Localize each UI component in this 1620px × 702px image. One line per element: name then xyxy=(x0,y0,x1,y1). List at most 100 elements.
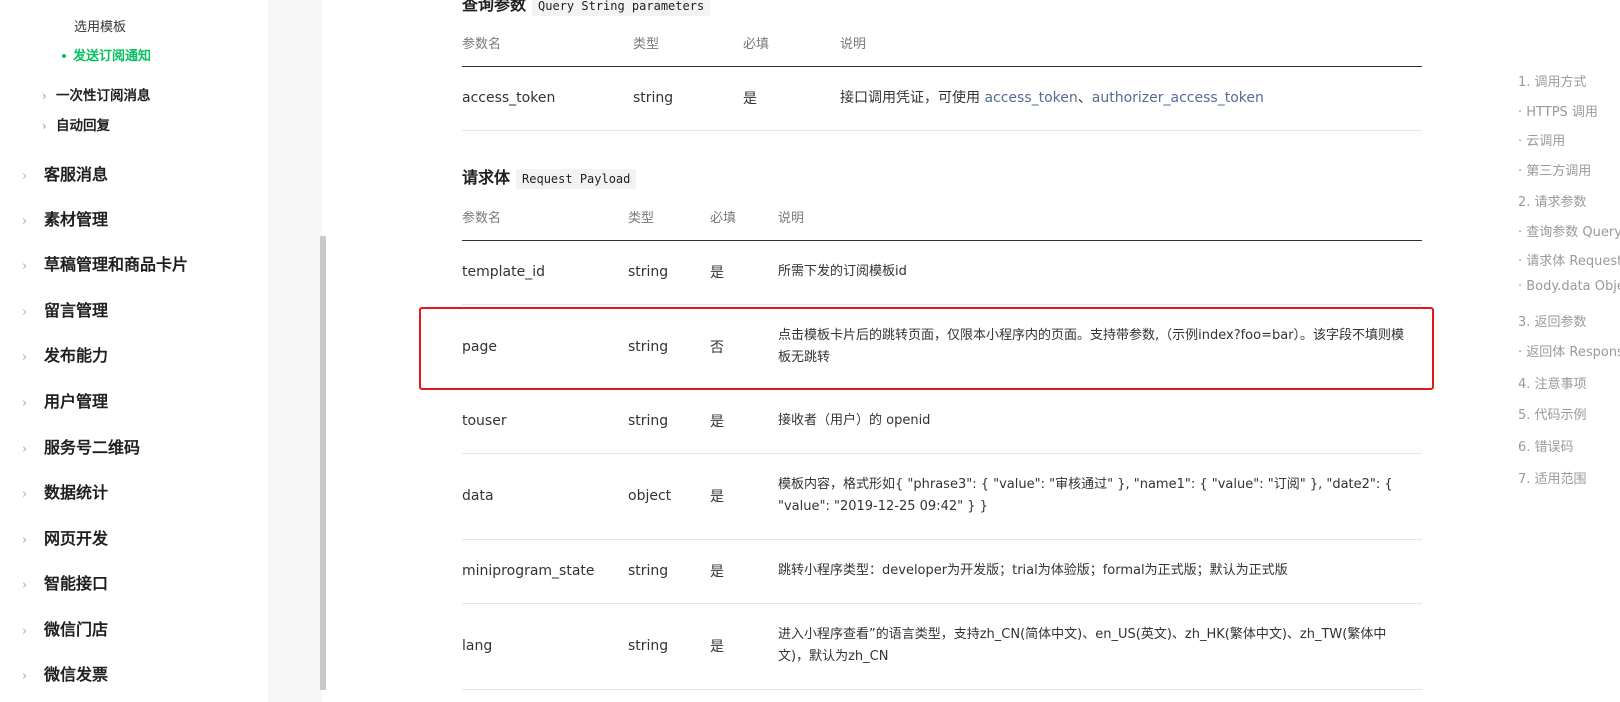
param-name: access_token xyxy=(462,66,633,131)
param-name: lang xyxy=(462,603,628,690)
section-title-code: Request Payload xyxy=(516,169,637,189)
sidebar-item-label: 用户管理 xyxy=(44,392,109,411)
toc-item[interactable]: 5. 代码示例 xyxy=(1518,404,1587,423)
sidebar-item-label: 客服消息 xyxy=(44,165,109,184)
active-dot-icon xyxy=(62,53,66,58)
request-payload-title: 请求体 Request Payload xyxy=(462,164,637,189)
access-token-link[interactable]: access_token xyxy=(984,90,1077,106)
sidebar-group-label: 自动回复 xyxy=(56,118,110,134)
toc-item[interactable]: 7. 适用范围 xyxy=(1518,468,1587,487)
sidebar-item-publish[interactable]: › 发布能力 xyxy=(22,342,108,366)
param-type: string xyxy=(633,66,743,131)
sidebar: 选用模板 发送订阅通知 › 一次性订阅消息 › 自动回复 › 客服消息 › 素材管理 ›… xyxy=(0,0,326,702)
param-required: 是 xyxy=(710,389,778,454)
param-desc: 进入小程序查看”的语言类型，支持zh_CN(简体中文)、en_US(英文)、zh… xyxy=(778,603,1422,690)
param-required: 是 xyxy=(710,539,778,604)
sidebar-item-label: 发送订阅通知 xyxy=(73,49,152,64)
toc-item[interactable]: · 查询参数 Query String parameters xyxy=(1518,221,1620,240)
param-required: 是 xyxy=(710,603,778,690)
toc-item[interactable]: 1. 调用方式 xyxy=(1518,71,1587,90)
chevron-right-icon: › xyxy=(42,89,47,103)
sidebar-item-wechat-store[interactable]: › 微信门店 xyxy=(22,616,108,640)
object-type-link[interactable]: object xyxy=(628,453,710,540)
sidebar-item-label: 发布能力 xyxy=(44,346,109,365)
param-required: 是 xyxy=(710,453,778,540)
sidebar-item-label: 草稿管理和商品卡片 xyxy=(44,255,189,274)
param-type: string xyxy=(628,389,710,454)
param-name: data xyxy=(462,453,628,540)
sidebar-group-auto-reply[interactable]: › 自动回复 xyxy=(42,114,110,134)
sidebar-item-drafts[interactable]: › 草稿管理和商品卡片 xyxy=(22,251,188,275)
param-desc: 所需下发的订阅模板id xyxy=(778,240,1422,305)
param-desc: 接收者（用户）的 openid xyxy=(778,389,1422,454)
param-desc: 模板内容，格式形如{ "phrase3": { "value": "审核通过" … xyxy=(778,453,1422,540)
param-desc-text: 接口调用凭证，可使用 xyxy=(840,90,985,106)
col-header-type: 类型 xyxy=(628,194,710,241)
sidebar-item-label: 选用模板 xyxy=(74,20,127,35)
chevron-right-icon: › xyxy=(22,214,28,229)
table-header-row: 参数名 类型 必填 说明 xyxy=(462,194,1422,241)
sidebar-item-comments[interactable]: › 留言管理 xyxy=(22,297,108,321)
col-header-type: 类型 xyxy=(633,20,743,67)
param-desc-separator: 、 xyxy=(1077,90,1092,106)
param-desc: 跳转小程序类型：developer为开发版；trial为体验版；formal为正… xyxy=(778,539,1422,604)
param-name: touser xyxy=(462,389,628,454)
sidebar-group-one-time-subscribe[interactable]: › 一次性订阅消息 xyxy=(42,84,151,104)
toc-item[interactable]: · Body.data Object Payload xyxy=(1518,279,1620,294)
chevron-right-icon: › xyxy=(22,305,28,320)
table-row: data object 是 模板内容，格式形如{ "phrase3": { "v… xyxy=(462,453,1422,540)
toc-item[interactable]: 3. 返回参数 xyxy=(1518,311,1587,330)
sidebar-item-web-dev[interactable]: › 网页开发 xyxy=(22,525,108,549)
sidebar-item-label: 留言管理 xyxy=(44,301,109,320)
param-type: string xyxy=(628,539,710,604)
chevron-right-icon: › xyxy=(22,578,28,593)
table-header-row: 参数名 类型 必填 说明 xyxy=(462,20,1422,67)
chevron-right-icon: › xyxy=(22,533,28,548)
chevron-right-icon: › xyxy=(22,350,28,365)
table-row: lang string 是 进入小程序查看”的语言类型，支持zh_CN(简体中文… xyxy=(462,603,1422,690)
param-type: string xyxy=(628,603,710,690)
query-params-title: 查询参数 Query String parameters xyxy=(462,0,711,16)
chevron-right-icon: › xyxy=(42,119,47,133)
sidebar-gutter xyxy=(268,0,322,702)
sidebar-scrollbar[interactable] xyxy=(320,236,326,690)
sidebar-item-statistics[interactable]: › 数据统计 xyxy=(22,479,108,503)
sidebar-item-customer-service[interactable]: › 客服消息 xyxy=(22,161,108,185)
sidebar-item-send-subscribe[interactable]: 发送订阅通知 xyxy=(62,45,151,64)
toc-item[interactable]: · 云调用 xyxy=(1518,130,1565,149)
col-header-required: 必填 xyxy=(743,20,840,67)
request-payload-table: 参数名 类型 必填 说明 template_id string 是 所需下发的订… xyxy=(462,194,1422,690)
toc-item[interactable]: · 返回体 Response Payload xyxy=(1518,341,1620,360)
sidebar-group-label: 一次性订阅消息 xyxy=(56,88,151,104)
sidebar-item-users[interactable]: › 用户管理 xyxy=(22,388,108,412)
authorizer-access-token-link[interactable]: authorizer_access_token xyxy=(1092,90,1264,106)
section-title-text: 请求体 xyxy=(462,168,511,187)
toc-item[interactable]: · 请求体 Request Payload xyxy=(1518,250,1620,269)
toc-item[interactable]: 2. 请求参数 xyxy=(1518,191,1587,210)
toc-item[interactable]: · 第三方调用 xyxy=(1518,160,1591,179)
col-header-name: 参数名 xyxy=(462,194,628,241)
param-desc: 接口调用凭证，可使用 access_token、authorizer_acces… xyxy=(840,66,1422,131)
toc-item[interactable]: 4. 注意事项 xyxy=(1518,373,1587,392)
table-row: miniprogram_state string 是 跳转小程序类型：devel… xyxy=(462,539,1422,604)
table-of-contents: 1. 调用方式 · HTTPS 调用 · 云调用 · 第三方调用 2. 请求参数… xyxy=(1510,0,1620,702)
section-title-code: Query String parameters xyxy=(532,0,711,16)
sidebar-item-label: 数据统计 xyxy=(44,483,109,502)
sidebar-item-qrcode[interactable]: › 服务号二维码 xyxy=(22,434,140,458)
sidebar-item-label: 微信门店 xyxy=(44,620,109,639)
sidebar-item-materials[interactable]: › 素材管理 xyxy=(22,206,108,230)
col-header-name: 参数名 xyxy=(462,20,633,67)
sidebar-item-label: 网页开发 xyxy=(44,529,109,548)
chevron-right-icon: › xyxy=(22,442,28,457)
sidebar-item-select-template[interactable]: 选用模板 xyxy=(74,16,126,35)
toc-item[interactable]: · HTTPS 调用 xyxy=(1518,101,1598,120)
table-row: touser string 是 接收者（用户）的 openid xyxy=(462,389,1422,454)
param-type: string xyxy=(628,240,710,305)
param-name: template_id xyxy=(462,240,628,305)
col-header-desc: 说明 xyxy=(778,194,1422,241)
sidebar-item-smart-api[interactable]: › 智能接口 xyxy=(22,570,108,594)
sidebar-item-wechat-invoice[interactable]: › 微信发票 xyxy=(22,661,108,685)
toc-item[interactable]: 6. 错误码 xyxy=(1518,436,1574,455)
query-params-table: 参数名 类型 必填 说明 access_token string 是 接口调用凭… xyxy=(462,20,1422,131)
section-title-text: 查询参数 xyxy=(462,0,527,14)
